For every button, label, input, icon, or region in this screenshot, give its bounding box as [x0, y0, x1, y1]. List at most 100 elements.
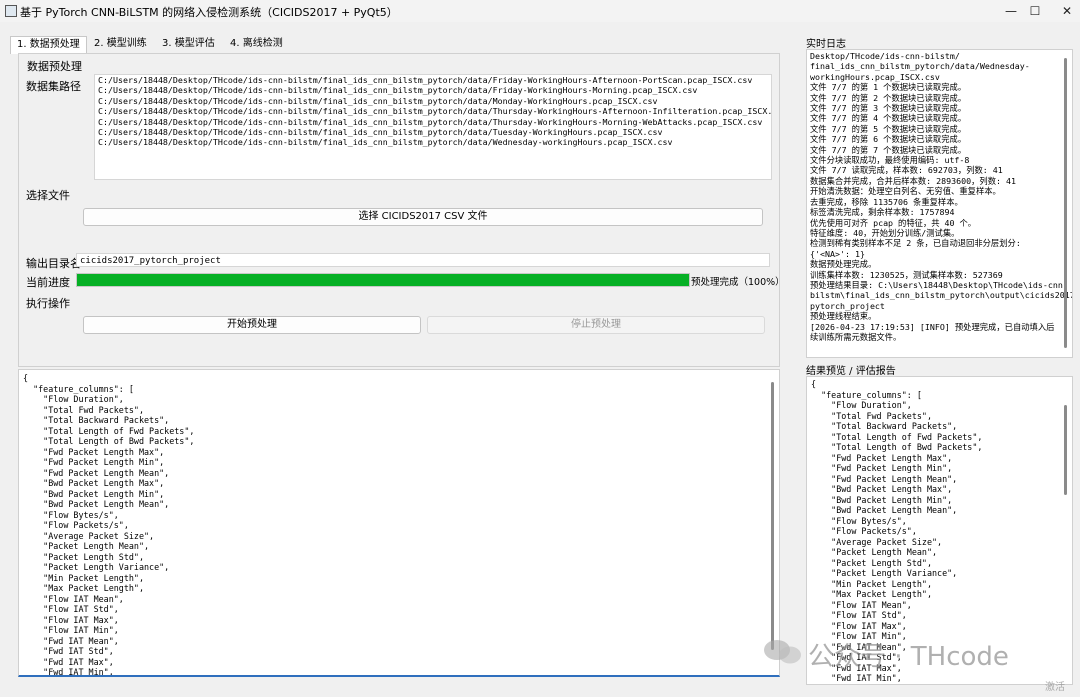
- file-list[interactable]: C:/Users/18448/Desktop/THcode/ids-cnn-bi…: [94, 74, 772, 180]
- file-list-item: C:/Users/18448/Desktop/THcode/ids-cnn-bi…: [98, 127, 663, 138]
- result-line: "Average Packet Size",: [811, 536, 943, 547]
- json-line: "Bwd Packet Length Min",: [23, 488, 165, 499]
- log-line: 文件 7/7 读取完成，样本数: 692703，列数: 41: [810, 165, 1003, 176]
- json-preview-scrollbar[interactable]: [771, 382, 774, 650]
- result-line: "Flow IAT Mean",: [811, 599, 912, 610]
- result-line: "Total Fwd Packets",: [811, 410, 933, 421]
- title-bar: 基于 PyTorch CNN-BiLSTM 的网络入侵检测系统（CICIDS20…: [0, 0, 1080, 22]
- json-line: "Bwd Packet Length Max",: [23, 478, 165, 488]
- tab-evaluate[interactable]: 3. 模型评估: [156, 36, 221, 52]
- result-line: "Flow Duration",: [811, 400, 912, 410]
- log-line: bilstm\final_ids_cnn_bilstm_pytorch\outp…: [810, 290, 1073, 301]
- result-line: "Flow IAT Std",: [811, 610, 907, 620]
- json-line: "Packet Length Mean",: [23, 541, 150, 551]
- log-line: final_ids_cnn_bilstm_pytorch/data/Wednes…: [810, 61, 1030, 72]
- file-list-item: C:/Users/18448/Desktop/THcode/ids-cnn-bi…: [98, 75, 753, 85]
- json-line: "Total Length of Fwd Packets",: [23, 425, 195, 436]
- result-line: "Flow Packets/s",: [811, 526, 917, 536]
- json-line: "Flow Packets/s",: [23, 520, 129, 530]
- log-line: 续训练所需元数据文件。: [810, 331, 902, 342]
- log-title: 实时日志: [806, 39, 846, 50]
- json-line: "Flow IAT Std",: [23, 604, 119, 614]
- json-line: "Fwd Packet Length Min",: [23, 457, 165, 467]
- result-line: "Bwd Packet Length Max",: [811, 484, 953, 494]
- result-line: "Total Length of Bwd Packets",: [811, 442, 983, 452]
- json-line: "Flow Bytes/s",: [23, 509, 119, 520]
- actions-label: 执行操作: [26, 297, 70, 310]
- json-preview-editor[interactable]: { "feature_columns": [ "Flow Duration", …: [18, 369, 780, 677]
- json-line: "Max Packet Length",: [23, 583, 145, 593]
- log-scrollbar[interactable]: [1064, 58, 1067, 348]
- json-line: "Packet Length Std",: [23, 551, 145, 562]
- watermark-text: 公众号 · THcode: [808, 642, 1009, 672]
- json-line: "Flow Duration",: [23, 394, 124, 404]
- json-line: "Total Length of Bwd Packets",: [23, 436, 195, 446]
- file-list-item: C:/Users/18448/Desktop/THcode/ids-cnn-bi…: [98, 106, 772, 117]
- result-line: {: [811, 379, 817, 389]
- log-line: 文件 7/7 的第 5 个数据块已读取完成。: [810, 123, 967, 134]
- select-csv-button[interactable]: 选择 CICIDS2017 CSV 文件: [83, 208, 763, 226]
- result-line: "Packet Length Mean",: [811, 547, 938, 557]
- result-line: "Bwd Packet Length Mean",: [811, 505, 958, 515]
- file-list-item: C:/Users/18448/Desktop/THcode/ids-cnn-bi…: [98, 85, 698, 96]
- log-line: 优先使用可对齐 pcap 的特征，共 40 个。: [810, 217, 977, 228]
- file-list-item: C:/Users/18448/Desktop/THcode/ids-cnn-bi…: [98, 116, 763, 127]
- log-line: 去重完成，移除 1135706 条重复样本。: [810, 196, 963, 207]
- log-line: 检测到稀有类别样本不足 2 条，已自动退回非分层划分:: [810, 238, 1021, 249]
- tab-train[interactable]: 2. 模型训练: [88, 36, 153, 52]
- log-line: 开始清洗数据：处理空白列名、无穷值、重复样本。: [810, 186, 1001, 197]
- json-line: "Fwd IAT Max",: [23, 656, 114, 667]
- log-line: [2026-04-23 17:19:53] [INFO] 预处理完成，已自动填入…: [810, 321, 1055, 332]
- file-list-item: C:/Users/18448/Desktop/THcode/ids-cnn-bi…: [98, 137, 673, 148]
- progress-fill: [77, 274, 689, 286]
- result-line: "Flow IAT Max",: [811, 620, 907, 631]
- output-dir-input[interactable]: cicids2017_pytorch_project: [76, 253, 770, 267]
- progress-text: 预处理完成（100%）: [691, 277, 785, 288]
- stop-preprocess-button[interactable]: 停止预处理: [427, 316, 765, 334]
- result-line: "Packet Length Variance",: [811, 568, 958, 578]
- result-line: "Max Packet Length",: [811, 589, 933, 599]
- watermark-corner: 激活: [1045, 682, 1065, 693]
- json-line: "Fwd IAT Min",: [23, 667, 114, 677]
- file-list-item: C:/Users/18448/Desktop/THcode/ids-cnn-bi…: [98, 95, 658, 106]
- log-view[interactable]: Desktop/THcode/ids-cnn-bilstm/final_ids_…: [806, 49, 1073, 358]
- log-line: 数据预处理完成。: [810, 259, 877, 270]
- log-line: workingHours.pcap_ISCX.csv: [810, 71, 940, 82]
- start-preprocess-button[interactable]: 开始预处理: [83, 316, 421, 334]
- log-line: 标签清洗完成，剩余样本数: 1757894: [810, 207, 955, 218]
- result-line: "Total Backward Packets",: [811, 421, 958, 431]
- json-line: {: [23, 373, 29, 383]
- select-file-label: 选择文件: [26, 189, 70, 202]
- json-line: "Fwd Packet Length Max",: [23, 446, 165, 457]
- json-line: "Min Packet Length",: [23, 572, 145, 583]
- json-line: "Bwd Packet Length Mean",: [23, 499, 170, 509]
- json-line: "feature_columns": [: [23, 383, 134, 394]
- result-line: "Fwd Packet Length Min",: [811, 463, 953, 473]
- log-line: 数据集合并完成，合并后样本数: 2893600，列数: 41: [810, 175, 1016, 186]
- json-line: "Fwd IAT Mean",: [23, 635, 119, 646]
- output-dir-label: 输出目录名: [26, 257, 81, 270]
- log-line: 特征维度: 40，开始划分训练/测试集。: [810, 227, 960, 238]
- result-line: "Bwd Packet Length Min",: [811, 494, 953, 505]
- dataset-path-label: 数据集路径: [26, 80, 81, 93]
- close-button[interactable]: ✕: [1044, 0, 1080, 22]
- progress-bar: [76, 273, 690, 287]
- log-line: 预处理结果目录: C:\Users\18448\Desktop\THcode\i…: [810, 279, 1068, 290]
- tab-preprocess[interactable]: 1. 数据预处理: [10, 36, 87, 54]
- log-line: 文件 7/7 的第 4 个数据块已读取完成。: [810, 113, 967, 124]
- json-line: "Average Packet Size",: [23, 530, 155, 541]
- json-line: "Total Backward Packets",: [23, 415, 170, 425]
- json-line: "Flow IAT Mean",: [23, 593, 124, 604]
- result-line: "Packet Length Std",: [811, 557, 933, 568]
- progress-label: 当前进度: [26, 276, 70, 289]
- json-line: "Fwd IAT Std",: [23, 646, 114, 656]
- group-title: 数据预处理: [27, 60, 82, 73]
- window-title: 基于 PyTorch CNN-BiLSTM 的网络入侵检测系统（CICIDS20…: [20, 6, 398, 19]
- log-line: 文件分块读取成功，最终使用编码: utf-8: [810, 155, 970, 166]
- result-line: "feature_columns": [: [811, 389, 922, 400]
- result-scrollbar[interactable]: [1064, 405, 1067, 495]
- preprocess-panel: 数据预处理 数据集路径 C:/Users/18448/Desktop/THcod…: [18, 53, 785, 367]
- result-line: "Flow Bytes/s",: [811, 515, 907, 526]
- json-line: "Total Fwd Packets",: [23, 404, 145, 415]
- tab-offline-detect[interactable]: 4. 离线检测: [224, 36, 289, 52]
